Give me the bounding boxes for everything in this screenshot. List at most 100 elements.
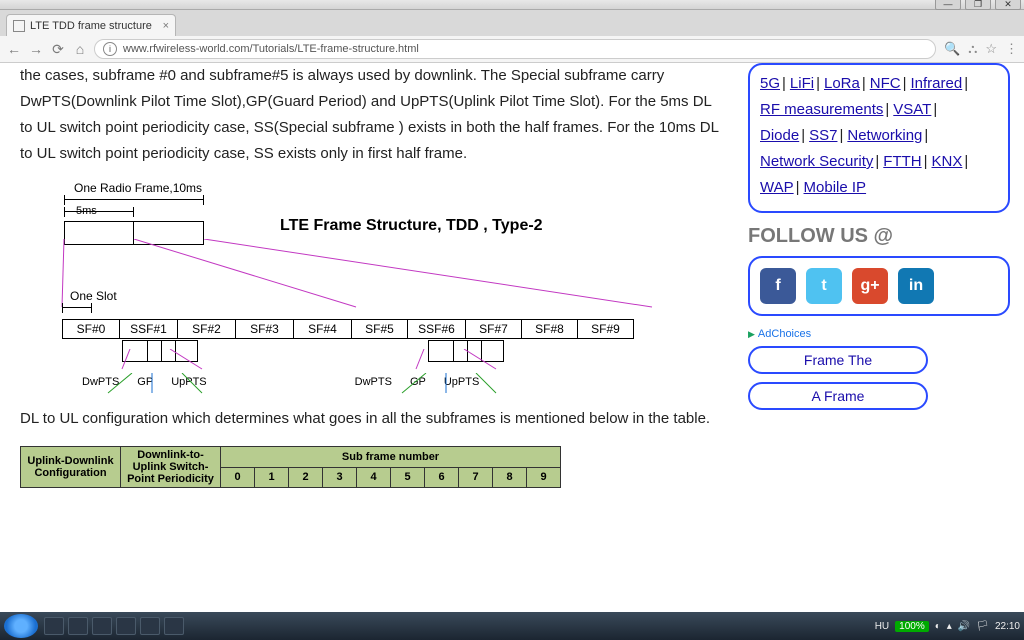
taskbar-tray-icon[interactable]: 🏳: [976, 621, 989, 632]
subframe-cell: SF#8: [522, 319, 578, 339]
sidebar-tag-link[interactable]: WAP: [760, 179, 794, 196]
table-header: Downlink-to-Uplink Switch-Point Periodic…: [121, 447, 221, 488]
sidebar-tag-link[interactable]: VSAT: [893, 101, 931, 118]
diagram-title: LTE Frame Structure, TDD , Type-2: [280, 217, 543, 235]
separator: |: [839, 127, 843, 144]
taskbar-app-icon[interactable]: [140, 617, 160, 635]
translate-icon[interactable]: ⛬: [968, 41, 977, 57]
taskbar-zoom[interactable]: 100%: [895, 621, 929, 632]
separator: |: [933, 101, 937, 118]
zoom-icon[interactable]: 🔍: [944, 41, 960, 57]
half-frame-label: 5ms: [76, 205, 97, 217]
browser-tab[interactable]: LTE TDD frame structure ×: [6, 14, 176, 36]
separator: |: [964, 153, 968, 170]
sidebar-tag-link[interactable]: FTTH: [883, 153, 921, 170]
table-header: Uplink-Downlink Configuration: [21, 447, 121, 488]
subframe-cell: SF#7: [466, 319, 522, 339]
sidebar-tag-link[interactable]: Networking: [847, 127, 922, 144]
radio-frame-label: One Radio Frame,10ms: [74, 181, 660, 195]
sidebar-tag-link[interactable]: LiFi: [790, 75, 814, 92]
sidebar-tag-link[interactable]: Infrared: [911, 75, 963, 92]
subframe-cell: SF#4: [294, 319, 352, 339]
article-paragraph: DL to UL configuration which determines …: [20, 406, 724, 432]
separator: |: [862, 75, 866, 92]
subframe-cell: SF#9: [578, 319, 634, 339]
subframe-cell: SF#2: [178, 319, 236, 339]
separator: |: [964, 75, 968, 92]
twitter-icon[interactable]: t: [806, 268, 842, 304]
sidebar-tag-link[interactable]: KNX: [932, 153, 963, 170]
ad-button[interactable]: A Frame: [748, 382, 928, 410]
forward-button[interactable]: →: [28, 41, 44, 57]
sidebar-tag-link[interactable]: Network Security: [760, 153, 873, 170]
sidebar-tag-link[interactable]: 5G: [760, 75, 780, 92]
googleplus-icon[interactable]: g+: [852, 268, 888, 304]
table-header: 8: [493, 467, 527, 488]
minimize-button[interactable]: —: [935, 0, 961, 10]
reload-button[interactable]: ⟳: [50, 41, 66, 58]
separator: |: [816, 75, 820, 92]
taskbar-app-icon[interactable]: [44, 617, 64, 635]
follow-us-heading: FOLLOW US @: [748, 225, 1010, 248]
config-table: Uplink-Downlink Configuration Downlink-t…: [20, 446, 561, 488]
table-header: 6: [425, 467, 459, 488]
subframe-cell: SF#5: [352, 319, 408, 339]
table-header: 4: [357, 467, 391, 488]
subframe-cell: SF#3: [236, 319, 294, 339]
sidebar-tag-link[interactable]: LoRa: [824, 75, 860, 92]
table-header: 2: [289, 467, 323, 488]
subframe-cell: SSF#1: [120, 319, 178, 339]
taskbar-app-icon[interactable]: [164, 617, 184, 635]
taskbar-tray-icon[interactable]: ▴: [947, 621, 952, 632]
separator: |: [875, 153, 879, 170]
home-button[interactable]: ⌂: [72, 41, 88, 57]
diagram-label-lines: [40, 373, 660, 395]
separator: |: [801, 127, 805, 144]
taskbar-app-icon[interactable]: [68, 617, 88, 635]
taskbar-tray-icon[interactable]: ◐: [935, 621, 941, 632]
sidebar-tag-link[interactable]: Diode: [760, 127, 799, 144]
sidebar-tag-link[interactable]: RF measurements: [760, 101, 883, 118]
sidebar-tag-link[interactable]: SS7: [809, 127, 837, 144]
linkedin-icon[interactable]: in: [898, 268, 934, 304]
start-button[interactable]: [4, 614, 38, 638]
back-button[interactable]: ←: [6, 41, 22, 57]
main-content: the cases, subframe #0 and subframe#5 is…: [0, 63, 734, 612]
article-paragraph: the cases, subframe #0 and subframe#5 is…: [20, 63, 724, 167]
taskbar-tray-icon[interactable]: 🔊: [958, 621, 970, 632]
subframe-cell: SF#0: [62, 319, 120, 339]
taskbar-app-icon[interactable]: [92, 617, 112, 635]
adchoices-label[interactable]: AdChoices: [748, 328, 1010, 340]
facebook-icon[interactable]: f: [760, 268, 796, 304]
taskbar-app-icon[interactable]: [116, 617, 136, 635]
sidebar-tag-link[interactable]: NFC: [870, 75, 901, 92]
tab-favicon: [13, 20, 25, 32]
taskbar-clock[interactable]: 22:10: [995, 621, 1020, 632]
separator: |: [924, 153, 928, 170]
table-header: 3: [323, 467, 357, 488]
separator: |: [903, 75, 907, 92]
taskbar-lang[interactable]: HU: [875, 621, 889, 632]
tab-close-icon[interactable]: ×: [163, 20, 169, 32]
menu-icon[interactable]: ⋮: [1005, 41, 1018, 57]
site-info-icon[interactable]: i: [103, 42, 117, 56]
table-header: 9: [527, 467, 561, 488]
sidebar-tags-box: 5G|LiFi|LoRa|NFC|Infrared|RF measurement…: [748, 63, 1010, 213]
table-header: 0: [221, 467, 255, 488]
windows-taskbar[interactable]: HU 100% ◐ ▴ 🔊 🏳 22:10: [0, 612, 1024, 640]
close-window-button[interactable]: ✕: [995, 0, 1021, 10]
separator: |: [782, 75, 786, 92]
sidebar-tag-link[interactable]: Mobile IP: [804, 179, 867, 196]
diagram-connector-lines: [40, 239, 660, 309]
table-header: Sub frame number: [221, 447, 561, 468]
maximize-button[interactable]: ❐: [965, 0, 991, 10]
bookmark-star-icon[interactable]: ☆: [985, 41, 997, 57]
url-text: www.rfwireless-world.com/Tutorials/LTE-f…: [123, 43, 419, 55]
table-header: 5: [391, 467, 425, 488]
url-input[interactable]: i www.rfwireless-world.com/Tutorials/LTE…: [94, 39, 936, 59]
lte-frame-diagram: One Radio Frame,10ms 5ms LTE Frame Struc…: [40, 181, 660, 388]
window-chrome: — ❐ ✕: [0, 0, 1024, 10]
ad-button[interactable]: Frame The: [748, 346, 928, 374]
tab-title: LTE TDD frame structure: [30, 20, 152, 32]
separator: |: [885, 101, 889, 118]
